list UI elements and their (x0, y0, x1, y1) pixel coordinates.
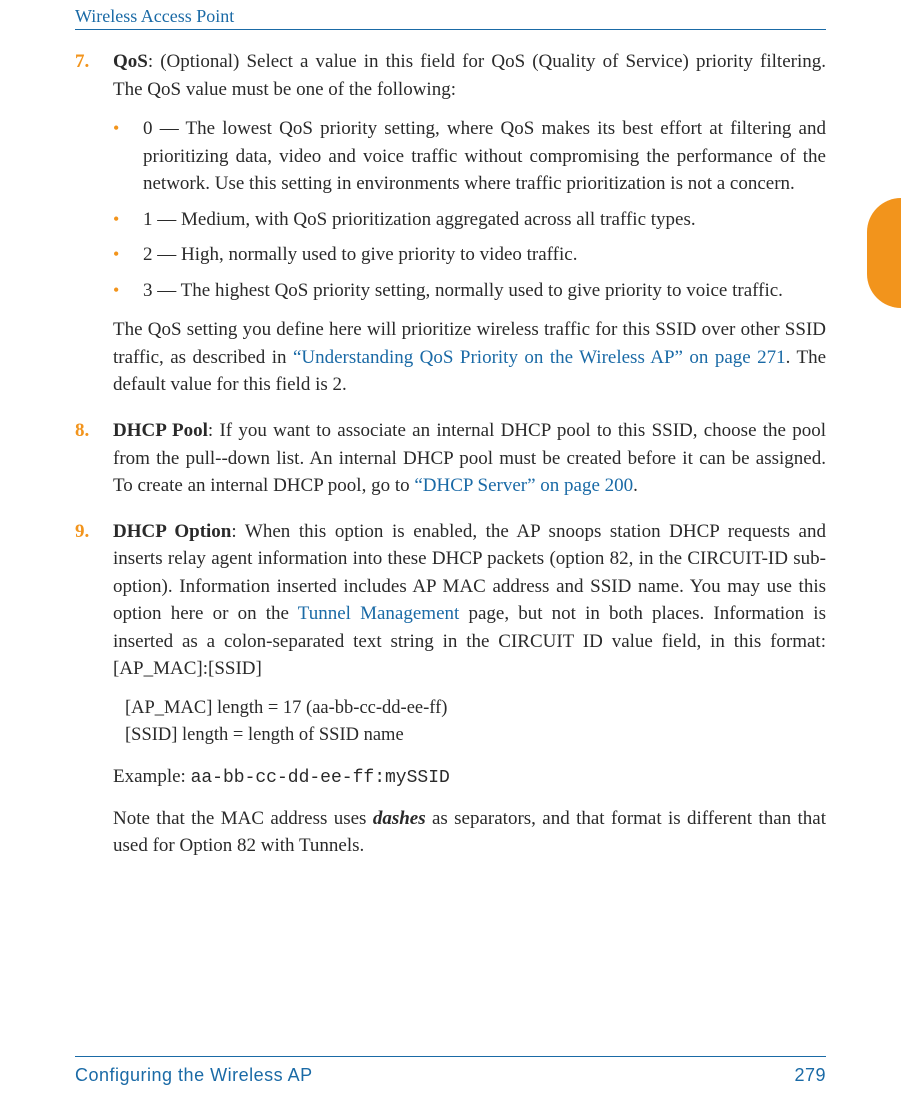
bullet-icon: • (113, 115, 119, 141)
bullet-icon: • (113, 206, 119, 232)
text: . (633, 475, 638, 496)
cross-ref-link[interactable]: “Understanding QoS Priority on the Wirel… (293, 347, 786, 368)
item-lead: : (Optional) Select a value in this fiel… (113, 51, 826, 100)
footer-row: Configuring the Wireless AP 279 (75, 1065, 826, 1086)
item-number: 7. (75, 48, 89, 76)
page-footer: Configuring the Wireless AP 279 (75, 1056, 826, 1086)
bullet-item: • 0 — The lowest QoS priority setting, w… (113, 115, 826, 198)
bullet-list: • 0 — The lowest QoS priority setting, w… (113, 115, 826, 304)
bullet-item: • 2 — High, normally used to give priori… (113, 241, 826, 269)
cross-ref-link[interactable]: “DHCP Server” on page 200 (414, 475, 633, 496)
bullet-item: • 1 — Medium, with QoS prioritization ag… (113, 206, 826, 234)
format-line: [AP_MAC] length = 17 (aa-bb-cc-dd-ee-ff) (125, 695, 826, 722)
text: Note that the MAC address uses (113, 808, 373, 829)
header-title: Wireless Access Point (75, 6, 234, 26)
item-title: DHCP Pool (113, 420, 208, 441)
bullet-icon: • (113, 277, 119, 303)
footer-rule (75, 1056, 826, 1057)
emphasis: dashes (373, 808, 426, 829)
example-paragraph: Example: aa-bb-cc-dd-ee-ff:mySSID (113, 763, 826, 791)
side-tab-icon (867, 198, 901, 308)
header-rule (75, 29, 826, 30)
footer-page-number: 279 (794, 1065, 826, 1086)
list-item-qos: 7. QoS: (Optional) Select a value in thi… (75, 48, 826, 399)
item-title: DHCP Option (113, 521, 231, 542)
format-block: [AP_MAC] length = 17 (aa-bb-cc-dd-ee-ff)… (125, 695, 826, 749)
ordered-list: 7. QoS: (Optional) Select a value in thi… (75, 48, 826, 860)
example-code: aa-bb-cc-dd-ee-ff:mySSID (191, 768, 450, 788)
list-item-dhcp-option: 9. DHCP Option: When this option is enab… (75, 518, 826, 860)
bullet-text: 3 — The highest QoS priority setting, no… (143, 280, 783, 301)
page-header: Wireless Access Point (75, 0, 826, 29)
content: 7. QoS: (Optional) Select a value in thi… (75, 48, 826, 860)
item-number: 8. (75, 417, 89, 445)
footer-section-title: Configuring the Wireless AP (75, 1065, 313, 1086)
item-title: QoS (113, 51, 148, 72)
bullet-text: 1 — Medium, with QoS prioritization aggr… (143, 209, 696, 230)
note-paragraph: Note that the MAC address uses dashes as… (113, 805, 826, 860)
bullet-item: • 3 — The highest QoS priority setting, … (113, 277, 826, 305)
page: Wireless Access Point 7. QoS: (Optional)… (0, 0, 901, 1114)
bullet-icon: • (113, 241, 119, 267)
item-number: 9. (75, 518, 89, 546)
list-item-dhcp-pool: 8. DHCP Pool: If you want to associate a… (75, 417, 826, 500)
cross-ref-link[interactable]: Tunnel Management (298, 603, 460, 624)
trailing-paragraph: The QoS setting you define here will pri… (113, 316, 826, 399)
bullet-text: 2 — High, normally used to give priority… (143, 244, 577, 265)
example-label: Example: (113, 766, 191, 787)
bullet-text: 0 — The lowest QoS priority setting, whe… (143, 118, 826, 194)
format-line: [SSID] length = length of SSID name (125, 722, 826, 749)
